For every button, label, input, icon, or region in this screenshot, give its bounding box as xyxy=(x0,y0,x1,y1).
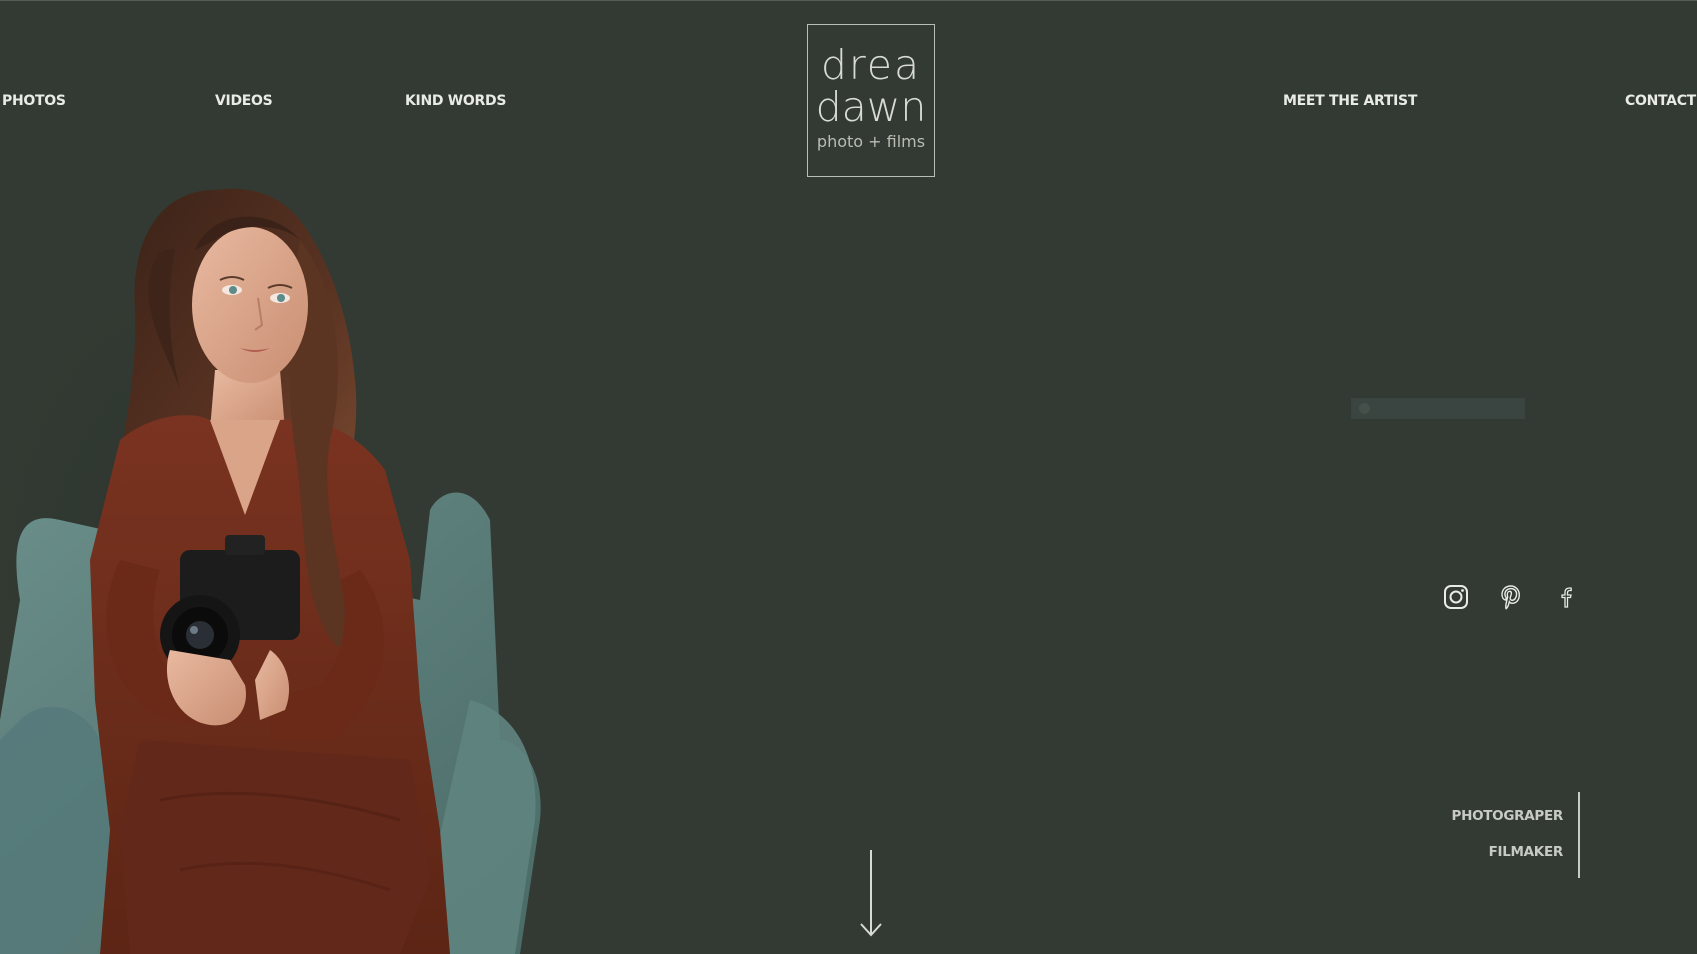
nav-kind-words[interactable]: KIND WORDS xyxy=(405,93,506,109)
role-photographer: PHOTOGRAPER xyxy=(1451,808,1564,824)
logo-tagline: photo + films xyxy=(816,132,926,151)
instagram-icon[interactable] xyxy=(1443,584,1469,610)
logo-line-drea: drea xyxy=(820,41,922,89)
site-logo[interactable]: drea dawn photo + films xyxy=(807,24,935,177)
nav-photos[interactable]: PHOTOS xyxy=(2,93,66,109)
facebook-icon[interactable] xyxy=(1554,584,1580,610)
nav-contact[interactable]: CONTACT xyxy=(1625,93,1696,109)
role-divider-bar xyxy=(1578,792,1580,878)
nav-videos[interactable]: VIDEOS xyxy=(215,93,273,109)
faint-widget xyxy=(1351,398,1525,419)
portrait-woman-with-camera xyxy=(0,188,541,954)
nav-meet-the-artist[interactable]: MEET THE ARTIST xyxy=(1283,93,1417,109)
top-border xyxy=(0,0,1697,1)
arrow-down-icon[interactable] xyxy=(858,848,884,938)
faint-widget-icon xyxy=(1359,403,1370,414)
page: PHOTOS VIDEOS KIND WORDS MEET THE ARTIST… xyxy=(0,0,1697,954)
role-filmmaker: FILMAKER xyxy=(1488,844,1564,860)
logo-line-dawn: dawn xyxy=(815,83,927,131)
pinterest-icon[interactable] xyxy=(1498,584,1524,610)
